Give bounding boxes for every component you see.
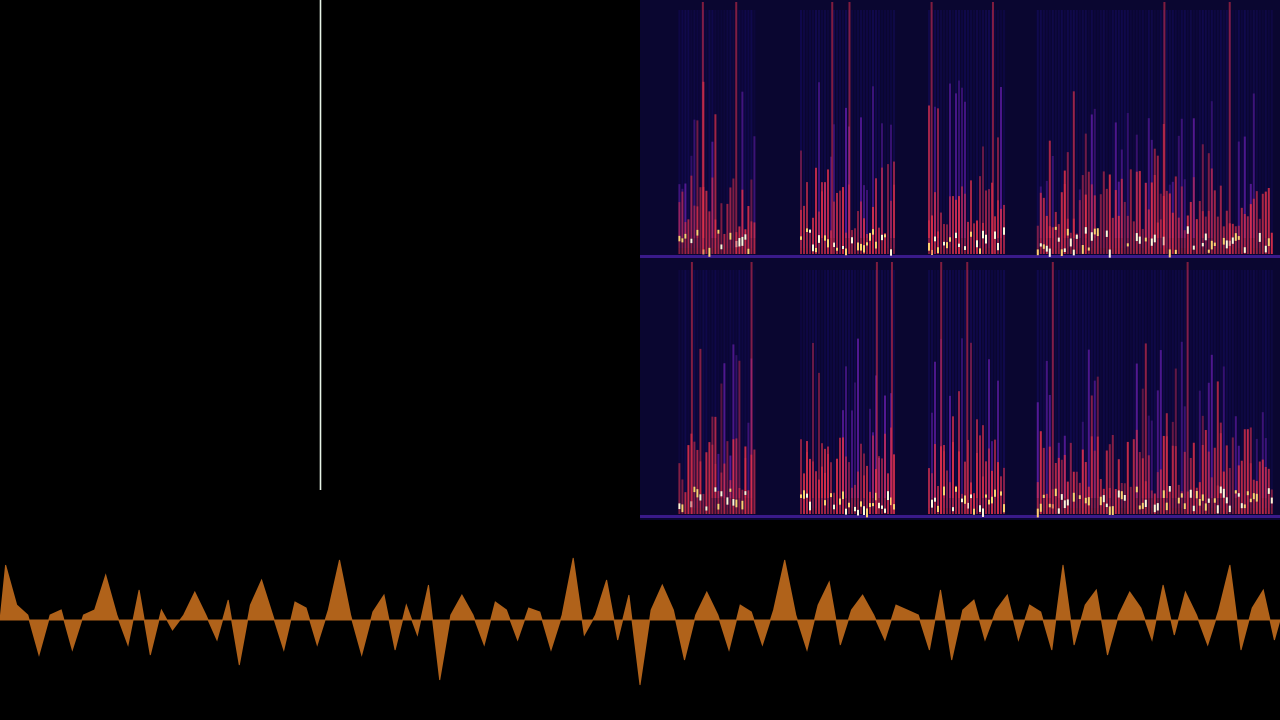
spectrogram-panel	[640, 0, 1280, 520]
waveform-display	[0, 557, 1280, 686]
oscilloscope-panel	[0, 0, 640, 520]
spectrogram-channel-2	[640, 262, 1280, 518]
waveform-panel	[0, 520, 1280, 720]
waveform-shape	[0, 557, 1280, 686]
oscilloscope-display	[0, 0, 640, 520]
audio-visualizer	[0, 0, 1280, 720]
spectrogram-display	[640, 0, 1280, 520]
spectrogram-channel-1	[640, 2, 1280, 258]
